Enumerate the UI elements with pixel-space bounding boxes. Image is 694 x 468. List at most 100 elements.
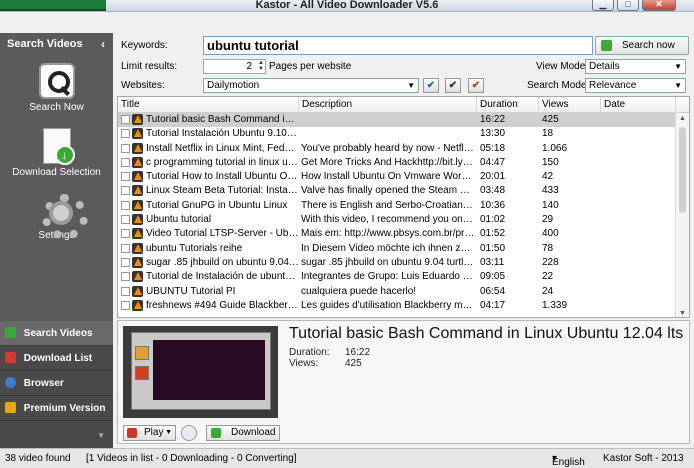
preview-views-label: Views: bbox=[289, 358, 319, 369]
table-row[interactable]: Tutorial de Instalación de ubuntu 11... I… bbox=[118, 270, 676, 284]
video-source-icon bbox=[132, 228, 143, 240]
download-document-icon: ↓ bbox=[42, 128, 75, 165]
table-row[interactable]: Linux Steam Beta Tutorial: Installing ..… bbox=[118, 184, 676, 198]
table-row[interactable]: c programming tutorial in linux ubuntu Ge… bbox=[118, 156, 676, 170]
scrollbar-thumb[interactable] bbox=[679, 127, 686, 213]
row-checkbox[interactable] bbox=[121, 200, 130, 210]
row-checkbox[interactable] bbox=[121, 172, 130, 182]
pages-per-website-label: Pages per website bbox=[269, 61, 352, 72]
row-checkbox[interactable] bbox=[121, 229, 130, 239]
row-views: 1.339 bbox=[542, 299, 568, 311]
row-checkbox[interactable] bbox=[121, 300, 130, 310]
row-views: 42 bbox=[542, 171, 554, 183]
table-row[interactable]: Tutorial How to Install Ubuntu On V... Ho… bbox=[118, 170, 676, 184]
column-description[interactable]: Description bbox=[299, 97, 477, 113]
play-button[interactable]: Play ▼ bbox=[123, 425, 176, 441]
limit-results-value: 2 bbox=[246, 61, 252, 72]
row-description: In Diesem Video möchte ich ihnen zeigen … bbox=[301, 242, 475, 254]
play-icon bbox=[127, 428, 137, 438]
column-date[interactable]: Date bbox=[601, 97, 676, 113]
search-button-icon bbox=[601, 40, 612, 51]
table-body: Tutorial basic Bash Command in Linu... 16… bbox=[118, 113, 676, 313]
row-title: Tutorial How to Install Ubuntu On V... bbox=[146, 171, 299, 183]
row-description: Les guides d'utilisation Blackberry mess… bbox=[301, 299, 475, 311]
row-description bbox=[301, 127, 475, 141]
table-row[interactable]: freshnews #494 Guide Blackberry m... Les … bbox=[118, 299, 676, 313]
search-now-button[interactable]: Search now bbox=[595, 36, 689, 55]
row-title: ubuntu Tutorials reihe bbox=[146, 242, 243, 254]
scroll-down-icon[interactable]: ▼ bbox=[679, 310, 686, 317]
download-selection-action[interactable]: ↓ Download Selection bbox=[0, 128, 113, 186]
row-checkbox[interactable] bbox=[121, 215, 130, 225]
row-views: 425 bbox=[542, 114, 559, 125]
preview-duration-value: 16:22 bbox=[345, 347, 371, 358]
preview-duration-label: Duration: bbox=[289, 347, 330, 358]
table-row[interactable]: sugar .85 jhbuild on ubuntu 9.04 tur... s… bbox=[118, 256, 676, 270]
row-title: sugar .85 jhbuild on ubuntu 9.04 tur... bbox=[146, 256, 299, 268]
collapse-chevron-icon[interactable]: ‹ bbox=[101, 37, 105, 51]
uncheck-all-button[interactable]: ✔ bbox=[468, 78, 484, 93]
table-row[interactable]: Tutorial GnuPG in Ubuntu Linux There is E… bbox=[118, 199, 676, 213]
row-views: 140 bbox=[542, 199, 559, 211]
minimize-button[interactable]: ▁ bbox=[592, 0, 614, 11]
table-row[interactable]: ubuntu Tutorials reihe In Diesem Video mö… bbox=[118, 242, 676, 256]
row-checkbox[interactable] bbox=[121, 286, 130, 296]
table-row[interactable]: Tutorial Instalación Ubuntu 9.10 a tr...… bbox=[118, 127, 676, 141]
table-scrollbar[interactable]: ▲ ▼ bbox=[675, 113, 689, 317]
status-found: 38 video found bbox=[5, 453, 71, 464]
settings-action[interactable]: Settings bbox=[0, 191, 113, 249]
download-button-label: Download bbox=[231, 427, 276, 438]
lock-icon bbox=[5, 402, 16, 413]
search-mode-select[interactable]: Relevance ▼ bbox=[585, 78, 686, 93]
stepper-arrows-icon[interactable]: ▲ ▼ bbox=[258, 60, 264, 72]
row-checkbox[interactable] bbox=[121, 257, 130, 267]
column-title[interactable]: Title bbox=[118, 97, 299, 113]
table-header: Title Description Duration Views Date bbox=[118, 97, 689, 113]
column-views[interactable]: Views bbox=[539, 97, 601, 113]
table-row[interactable]: Install Netflix in Linux Mint, Fedora a.… bbox=[118, 142, 676, 156]
maximize-button[interactable]: □ bbox=[617, 0, 639, 11]
download-button[interactable]: Download bbox=[206, 425, 280, 441]
row-checkbox[interactable] bbox=[121, 129, 130, 139]
table-row[interactable]: Tutorial basic Bash Command in Linu... 16… bbox=[118, 113, 676, 128]
row-title: c programming tutorial in linux ubuntu bbox=[146, 156, 299, 168]
row-views: 78 bbox=[542, 242, 554, 254]
nav-scroll-down-icon[interactable]: ▼ bbox=[97, 431, 105, 440]
row-checkbox[interactable] bbox=[121, 157, 130, 167]
search-mode-label: Search Mode: bbox=[527, 80, 590, 91]
limit-results-stepper[interactable]: 2 ▲ ▼ bbox=[203, 59, 266, 74]
nav-item-download-list[interactable]: Download List bbox=[0, 346, 113, 371]
row-checkbox[interactable] bbox=[121, 143, 130, 153]
search-now-action[interactable]: Search Now bbox=[0, 63, 113, 121]
download-arrow-icon: ↓ bbox=[54, 145, 75, 165]
nav-label: Premium Version bbox=[23, 403, 106, 414]
keywords-input[interactable]: ubuntu tutorial bbox=[203, 36, 593, 55]
nav-item-search-videos[interactable]: Search Videos bbox=[0, 321, 113, 346]
chevron-down-icon: ▼ bbox=[674, 62, 682, 71]
convert-button[interactable] bbox=[181, 425, 197, 441]
scroll-up-icon[interactable]: ▲ bbox=[679, 115, 686, 122]
row-checkbox[interactable] bbox=[121, 243, 130, 253]
app-window: Kastor - All Video Downloader V5.6 ▁ □ ✕… bbox=[0, 0, 694, 468]
row-checkbox[interactable] bbox=[121, 115, 130, 124]
table-row[interactable]: Video Tutorial LTSP-Server - Ubuntu ...M… bbox=[118, 227, 676, 241]
row-title: Install Netflix in Linux Mint, Fedora a.… bbox=[146, 142, 299, 154]
check-all-button[interactable]: ✔ bbox=[423, 78, 439, 93]
row-checkbox[interactable] bbox=[121, 272, 130, 282]
nav-label: Search Videos bbox=[23, 328, 93, 339]
row-checkbox[interactable] bbox=[121, 186, 130, 196]
video-thumbnail bbox=[123, 326, 278, 418]
language-selector[interactable]: English ▾ bbox=[552, 453, 585, 468]
close-button[interactable]: ✕ bbox=[642, 0, 676, 11]
nav-item-browser[interactable]: Browser bbox=[0, 371, 113, 396]
nav-item-premium-version[interactable]: Premium Version bbox=[0, 396, 113, 421]
chevron-down-icon: ▼ bbox=[165, 429, 172, 436]
row-description: Get More Tricks And Hackhttp://bit.ly/Nd… bbox=[301, 156, 475, 168]
video-preview-panel: Tutorial basic Bash Command in Linux Ubu… bbox=[117, 320, 690, 444]
view-mode-select[interactable]: Details ▼ bbox=[585, 59, 686, 74]
websites-select[interactable]: Dailymotion ▼ bbox=[203, 78, 419, 93]
check-selected-button[interactable]: ✔ bbox=[445, 78, 461, 93]
table-row[interactable]: Ubuntu tutorial With this video, I recomm… bbox=[118, 213, 676, 227]
table-row[interactable]: UBUNTU Tutorial PI cualquiera puede hacer… bbox=[118, 285, 676, 299]
column-duration[interactable]: Duration bbox=[477, 97, 539, 113]
